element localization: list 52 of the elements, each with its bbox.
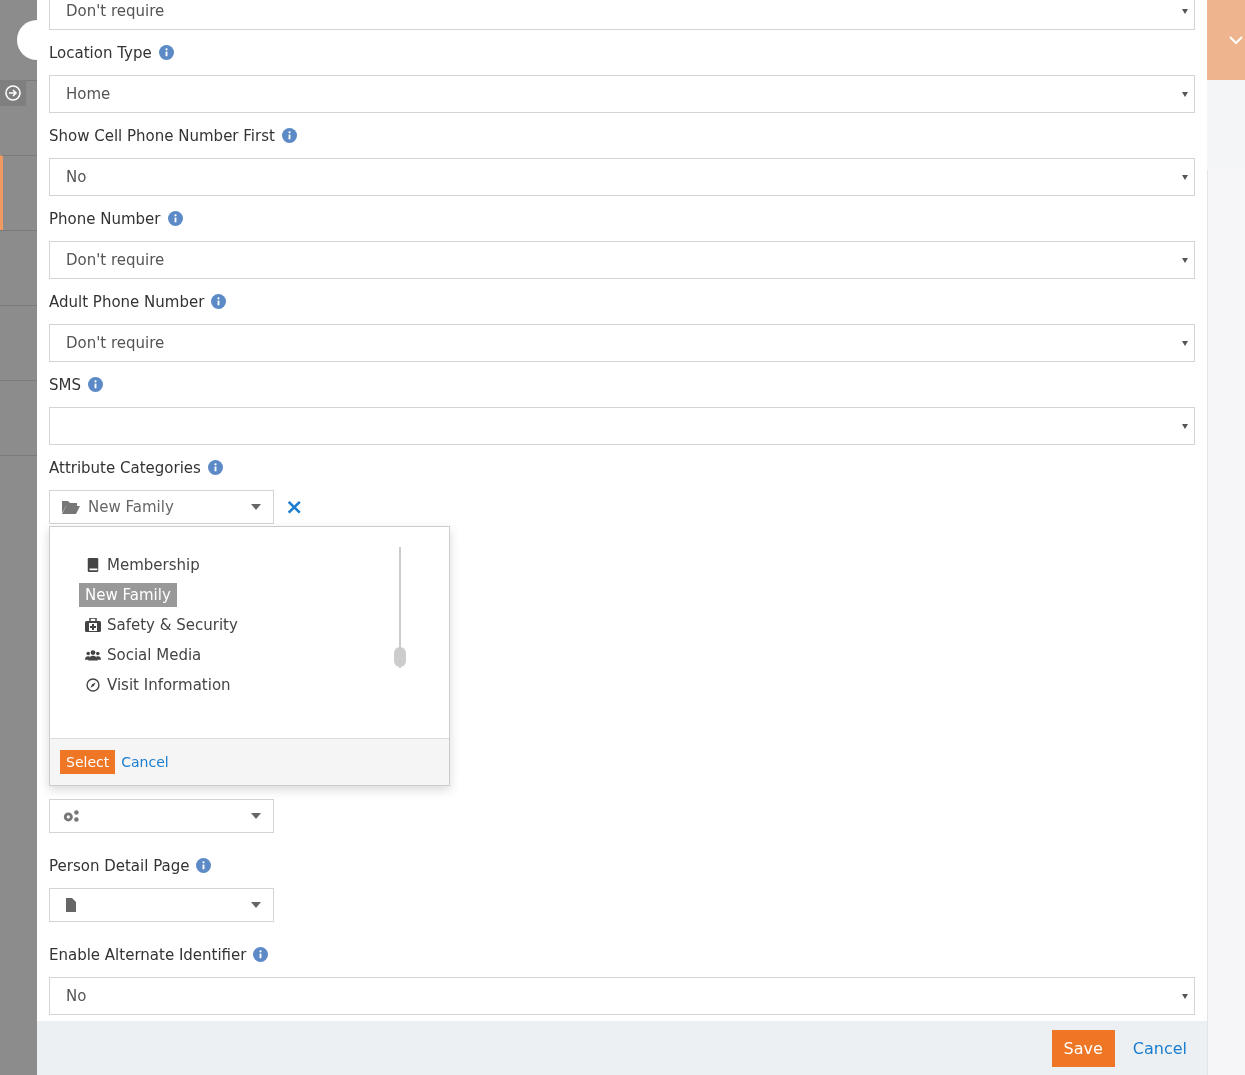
- select-field[interactable]: No: [49, 158, 1195, 196]
- field-label: Phone Number: [49, 209, 161, 228]
- info-icon: [207, 460, 223, 475]
- field-label: Show Cell Phone Number First: [49, 126, 275, 145]
- category-item[interactable]: Safety & Security: [107, 614, 238, 636]
- info-icon: [281, 128, 297, 143]
- select-field[interactable]: Don't require: [49, 241, 1195, 279]
- select-field[interactable]: Home: [49, 75, 1195, 113]
- info-icon: [211, 294, 227, 309]
- chevron-icon: [1229, 35, 1243, 45]
- field-label: SMS: [49, 375, 81, 394]
- caret-icon: [1182, 8, 1188, 14]
- clear-button[interactable]: ×: [285, 496, 304, 518]
- medkit-icon: [85, 618, 101, 632]
- info-icon: [88, 377, 103, 392]
- field-label: Location Type: [49, 43, 152, 62]
- caret-icon: [1182, 340, 1188, 346]
- category-item[interactable]: Social Media: [107, 644, 202, 666]
- select-field[interactable]: No: [49, 977, 1195, 1015]
- workflow-picker[interactable]: [49, 799, 274, 833]
- folder-icon: [62, 500, 80, 514]
- select-field[interactable]: Don't require: [49, 324, 1195, 362]
- info-icon: [167, 211, 183, 226]
- info-icon: [196, 858, 212, 873]
- book-icon: [85, 558, 101, 572]
- caret-icon: [251, 504, 261, 510]
- scrollbar[interactable]: [393, 547, 407, 668]
- caret-icon: [1182, 257, 1188, 263]
- field-label: Person Detail Page: [49, 856, 190, 875]
- expand-button[interactable]: [0, 80, 26, 106]
- category-item[interactable]: Membership: [107, 554, 200, 576]
- category-picker[interactable]: New Family: [49, 490, 274, 524]
- cancel-link[interactable]: Cancel: [121, 754, 169, 770]
- caret-icon: [1182, 91, 1188, 97]
- caret-icon: [1182, 993, 1188, 999]
- cancel-link[interactable]: Cancel: [1132, 1038, 1187, 1058]
- info-icon: [158, 45, 174, 60]
- category-item[interactable]: Visit Information: [107, 674, 231, 696]
- field-label: Attribute Categories: [49, 458, 201, 477]
- field-label: Adult Phone Number: [49, 292, 205, 311]
- caret-icon: [251, 813, 261, 819]
- gears-icon: [62, 809, 80, 823]
- page-picker[interactable]: [49, 888, 274, 922]
- select-field[interactable]: [49, 407, 1195, 445]
- caret-icon: [1182, 174, 1188, 180]
- field-label: Enable Alternate Identifier: [49, 945, 247, 964]
- caret-icon: [1182, 423, 1188, 429]
- compass-icon: [85, 678, 101, 692]
- info-icon: [253, 947, 269, 962]
- users-icon: [85, 648, 101, 662]
- caret-icon: [251, 902, 261, 908]
- select-field[interactable]: Don't require: [49, 0, 1195, 30]
